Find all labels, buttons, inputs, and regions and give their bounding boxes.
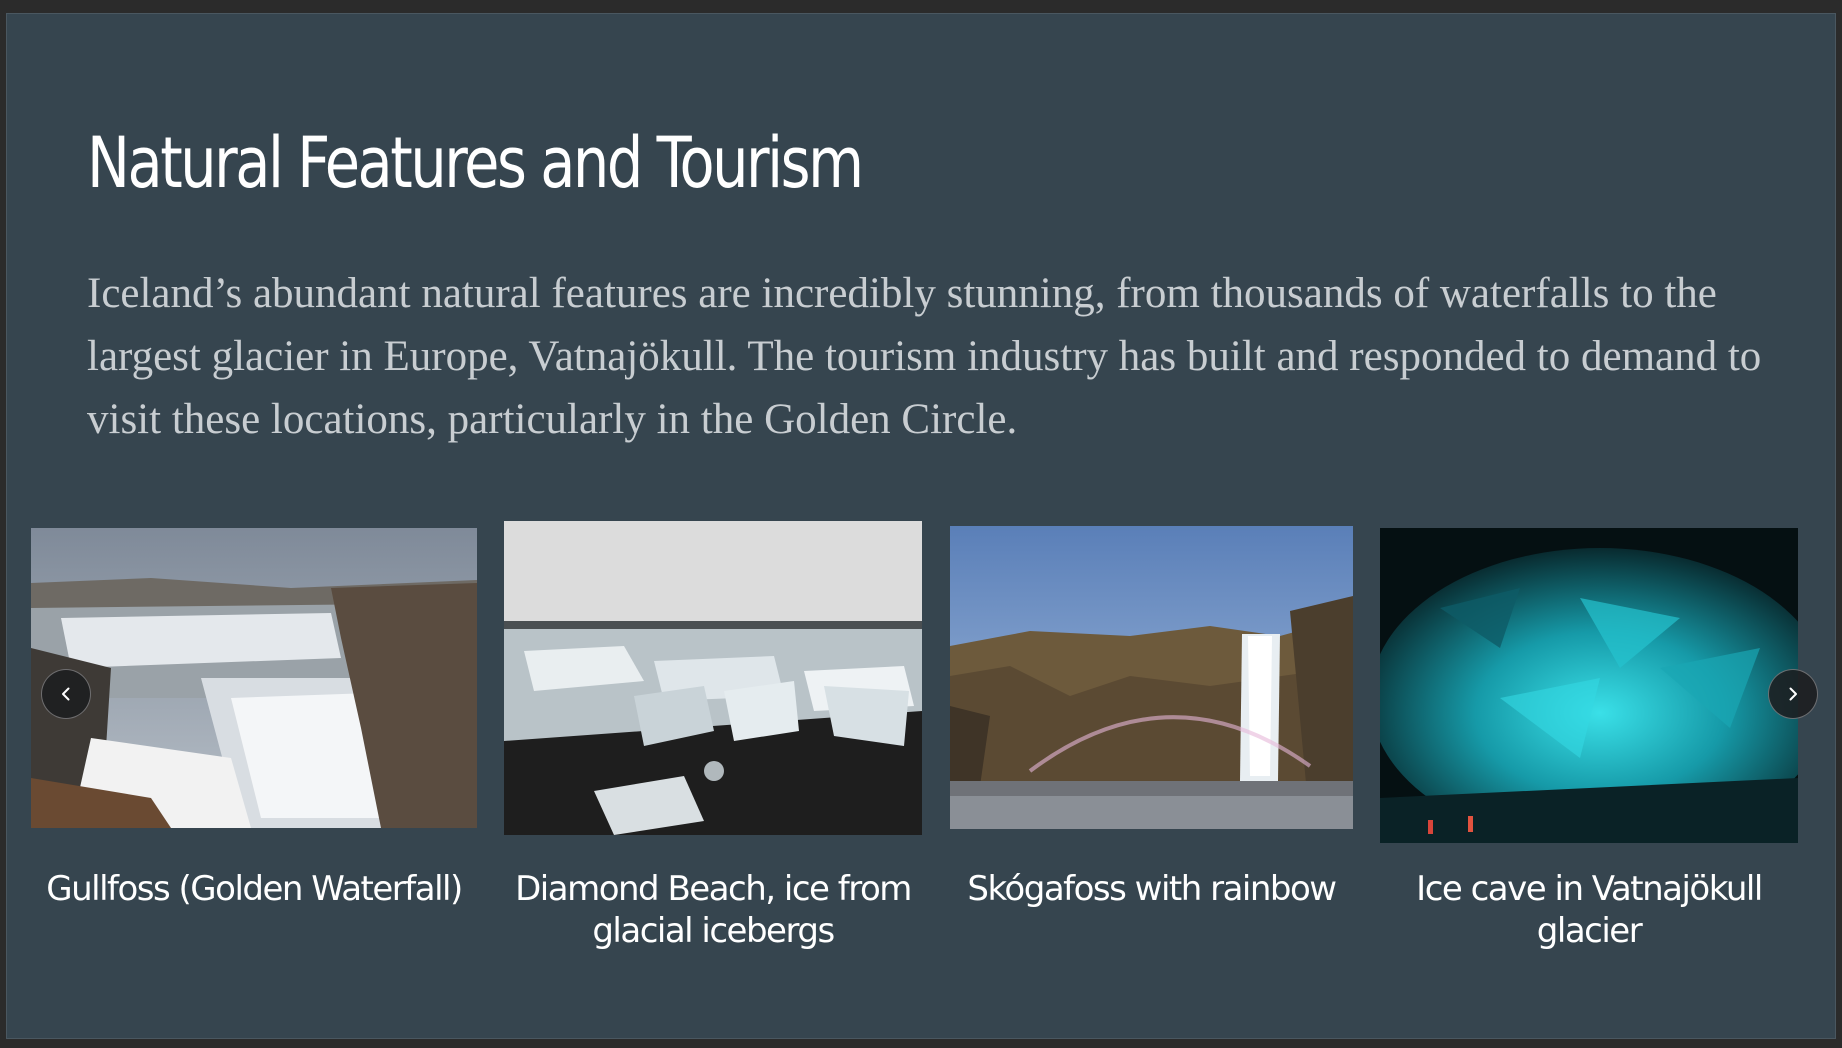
gullfoss-photo[interactable] <box>31 528 477 828</box>
slide-frame: Natural Features and Tourism Iceland’s a… <box>6 13 1836 1039</box>
gallery-caption: Ice cave in Vatnajökull glacier <box>1416 869 1763 951</box>
carousel-prev-button[interactable] <box>41 669 91 719</box>
intro-paragraph: Iceland’s abundant natural features are … <box>87 270 1762 443</box>
carousel-next-button[interactable] <box>1768 669 1818 719</box>
gallery-caption: Skógafoss with rainbow <box>967 869 1337 909</box>
gallery-caption: Diamond Beach, ice from glacial icebergs <box>515 869 912 951</box>
slide-title: Natural Features and Tourism <box>87 122 864 204</box>
gallery-caption: Gullfoss (Golden Waterfall) <box>46 869 463 909</box>
chevron-left-icon <box>57 685 75 703</box>
skogafoss-photo[interactable] <box>950 526 1353 829</box>
chevron-right-icon <box>1784 685 1802 703</box>
diamond-beach-photo[interactable] <box>504 521 922 835</box>
ice-cave-photo[interactable] <box>1380 528 1798 843</box>
